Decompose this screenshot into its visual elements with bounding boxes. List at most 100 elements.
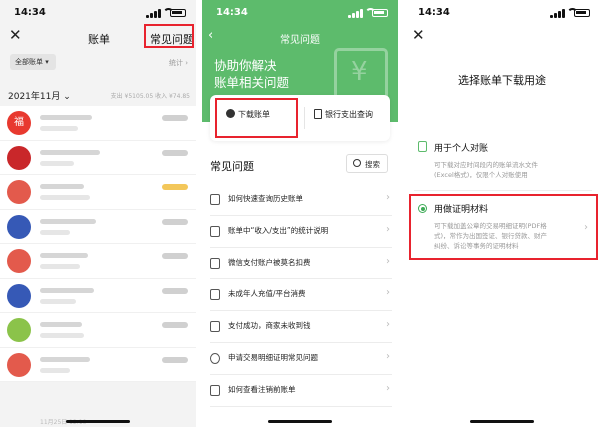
checklist-icon xyxy=(418,141,427,152)
divider xyxy=(414,190,592,191)
page-title: 账单 xyxy=(88,33,110,46)
list-item[interactable] xyxy=(0,140,196,175)
faq-item-label: 微信支付账户被莫名扣费 xyxy=(228,257,311,267)
faq-topic-icon xyxy=(210,289,220,301)
battery-icon xyxy=(170,9,186,17)
blurred-text xyxy=(40,333,84,338)
status-bar: 14:34 xyxy=(0,0,196,24)
blurred-amount xyxy=(162,322,188,328)
list-item[interactable] xyxy=(0,347,196,382)
option-title: 用于个人对账 xyxy=(434,144,489,154)
blurred-text xyxy=(40,253,88,258)
bill-list-screen: 14:34 ✕ 账单 常见问题 全部账单 ▾ 统计 › 2021年11月 ⌄ 支… xyxy=(0,0,196,427)
divider xyxy=(304,107,305,129)
blurred-text xyxy=(40,229,70,235)
avatar xyxy=(7,249,31,273)
faq-item[interactable]: 未成年人充值/平台消费 › xyxy=(210,279,392,312)
signal-icon xyxy=(348,15,351,18)
bank-expense-query-button[interactable]: 银行支出查询 xyxy=(314,109,373,120)
avatar xyxy=(7,352,31,377)
blurred-amount xyxy=(162,184,188,190)
list-item[interactable] xyxy=(0,244,196,279)
blurred-text xyxy=(40,160,74,166)
blurred-amount xyxy=(162,115,188,121)
faq-topic-icon xyxy=(210,352,220,364)
faq-item[interactable]: 如何查看注销前账单 › xyxy=(210,375,392,407)
faq-item-label: 账单中“收入/支出”的统计说明 xyxy=(228,225,329,235)
status-icons xyxy=(146,8,186,18)
chevron-right-icon: › xyxy=(386,287,390,299)
faq-screen: 14:34 ‹ 常见问题 协助你解决 账单相关问题 下载账单 银行支出查询 xyxy=(202,0,398,427)
faq-topic-icon xyxy=(210,257,220,269)
bank-card-icon xyxy=(314,109,322,119)
tutorial-screens: 14:34 ✕ 账单 常见问题 全部账单 ▾ 统计 › 2021年11月 ⌄ 支… xyxy=(0,0,600,427)
list-item[interactable] xyxy=(0,313,196,348)
chevron-right-icon: › xyxy=(386,255,390,267)
bill-list: 福 xyxy=(0,106,196,382)
month-summary: 支出 ¥5105.05 收入 ¥74.85 xyxy=(110,93,190,100)
faq-item[interactable]: 申请交易明细证明常见问题 › xyxy=(210,343,392,375)
blurred-text xyxy=(40,149,100,155)
banner-headline: 协助你解决 账单相关问题 xyxy=(214,58,290,90)
list-item[interactable] xyxy=(0,175,196,210)
avatar xyxy=(7,180,31,204)
blurred-amount xyxy=(162,287,188,294)
avatar: 福 xyxy=(7,111,31,135)
faq-topic-icon xyxy=(210,225,220,237)
chevron-right-icon: › xyxy=(386,192,390,203)
faq-topic-icon xyxy=(210,321,220,333)
page-title: 选择账单下载用途 xyxy=(458,74,546,87)
faq-section-title: 常见问题 xyxy=(210,160,254,173)
list-item[interactable] xyxy=(0,209,196,244)
faq-item-label: 支付成功，商家未收到钱 xyxy=(228,321,311,331)
page-title: 常见问题 xyxy=(280,35,320,46)
chevron-right-icon: › xyxy=(386,319,390,331)
blurred-text xyxy=(40,184,84,189)
list-item[interactable] xyxy=(0,278,196,313)
blurred-text xyxy=(40,264,80,269)
blurred-text xyxy=(40,322,82,327)
highlight-box xyxy=(409,194,598,260)
signal-icon xyxy=(146,15,149,18)
faq-list: 如何快速查询历史账单 › 账单中“收入/支出”的统计说明 › 微信支付账户被莫名扣费 › 未… xyxy=(210,184,392,407)
faq-item[interactable]: 微信支付账户被莫名扣费 › xyxy=(210,248,392,280)
blurred-amount xyxy=(162,218,188,225)
home-indicator xyxy=(66,420,130,423)
home-indicator xyxy=(470,420,534,423)
close-icon[interactable]: ✕ xyxy=(412,26,425,44)
faq-item[interactable]: 支付成功，商家未收到钱 › xyxy=(210,311,392,343)
faq-item-label: 申请交易明细证明常见问题 xyxy=(228,352,318,362)
blurred-text xyxy=(40,126,78,131)
blurred-text xyxy=(40,356,90,362)
faq-item-label: 未成年人充值/平台消费 xyxy=(228,289,306,299)
status-time: 14:34 xyxy=(418,7,450,18)
status-time: 14:34 xyxy=(14,7,46,18)
option-description: 可下载对应时间段内的账单流水文件 (Excel格式)，仅限个人对账使用 xyxy=(434,161,538,179)
faq-item-label: 如何快速查询历史账单 xyxy=(228,194,303,203)
blurred-text xyxy=(40,367,70,373)
search-button[interactable]: 搜索 xyxy=(346,154,388,173)
close-icon[interactable]: ✕ xyxy=(9,26,22,44)
faq-item-label: 如何查看注销前账单 xyxy=(228,384,296,394)
home-indicator xyxy=(268,420,332,423)
status-bar: 14:34 xyxy=(404,0,600,24)
download-purpose-screen: 14:34 ✕ 选择账单下载用途 用于个人对账 可下载对应时间段内的账单流水文件… xyxy=(404,0,600,427)
blurred-text xyxy=(40,115,92,120)
faq-item[interactable]: 账单中“收入/支出”的统计说明 › xyxy=(210,216,392,248)
faq-item[interactable]: 如何快速查询历史账单 › xyxy=(210,184,392,216)
avatar xyxy=(7,283,31,308)
month-selector[interactable]: 2021年11月 ⌄ xyxy=(8,89,71,102)
blurred-text xyxy=(40,287,94,293)
bill-filter-dropdown[interactable]: 全部账单 ▾ xyxy=(10,54,56,70)
battery-icon xyxy=(574,9,590,17)
faq-topic-icon xyxy=(210,384,220,396)
stats-link[interactable]: 统计 › xyxy=(169,58,188,68)
blurred-amount xyxy=(162,356,188,363)
chevron-right-icon: › xyxy=(386,350,390,362)
list-item[interactable]: 福 xyxy=(0,106,196,141)
avatar xyxy=(7,318,31,342)
status-time: 14:34 xyxy=(216,7,248,18)
blurred-amount xyxy=(162,149,188,156)
chevron-right-icon: › xyxy=(386,382,390,394)
battery-icon xyxy=(372,9,388,17)
